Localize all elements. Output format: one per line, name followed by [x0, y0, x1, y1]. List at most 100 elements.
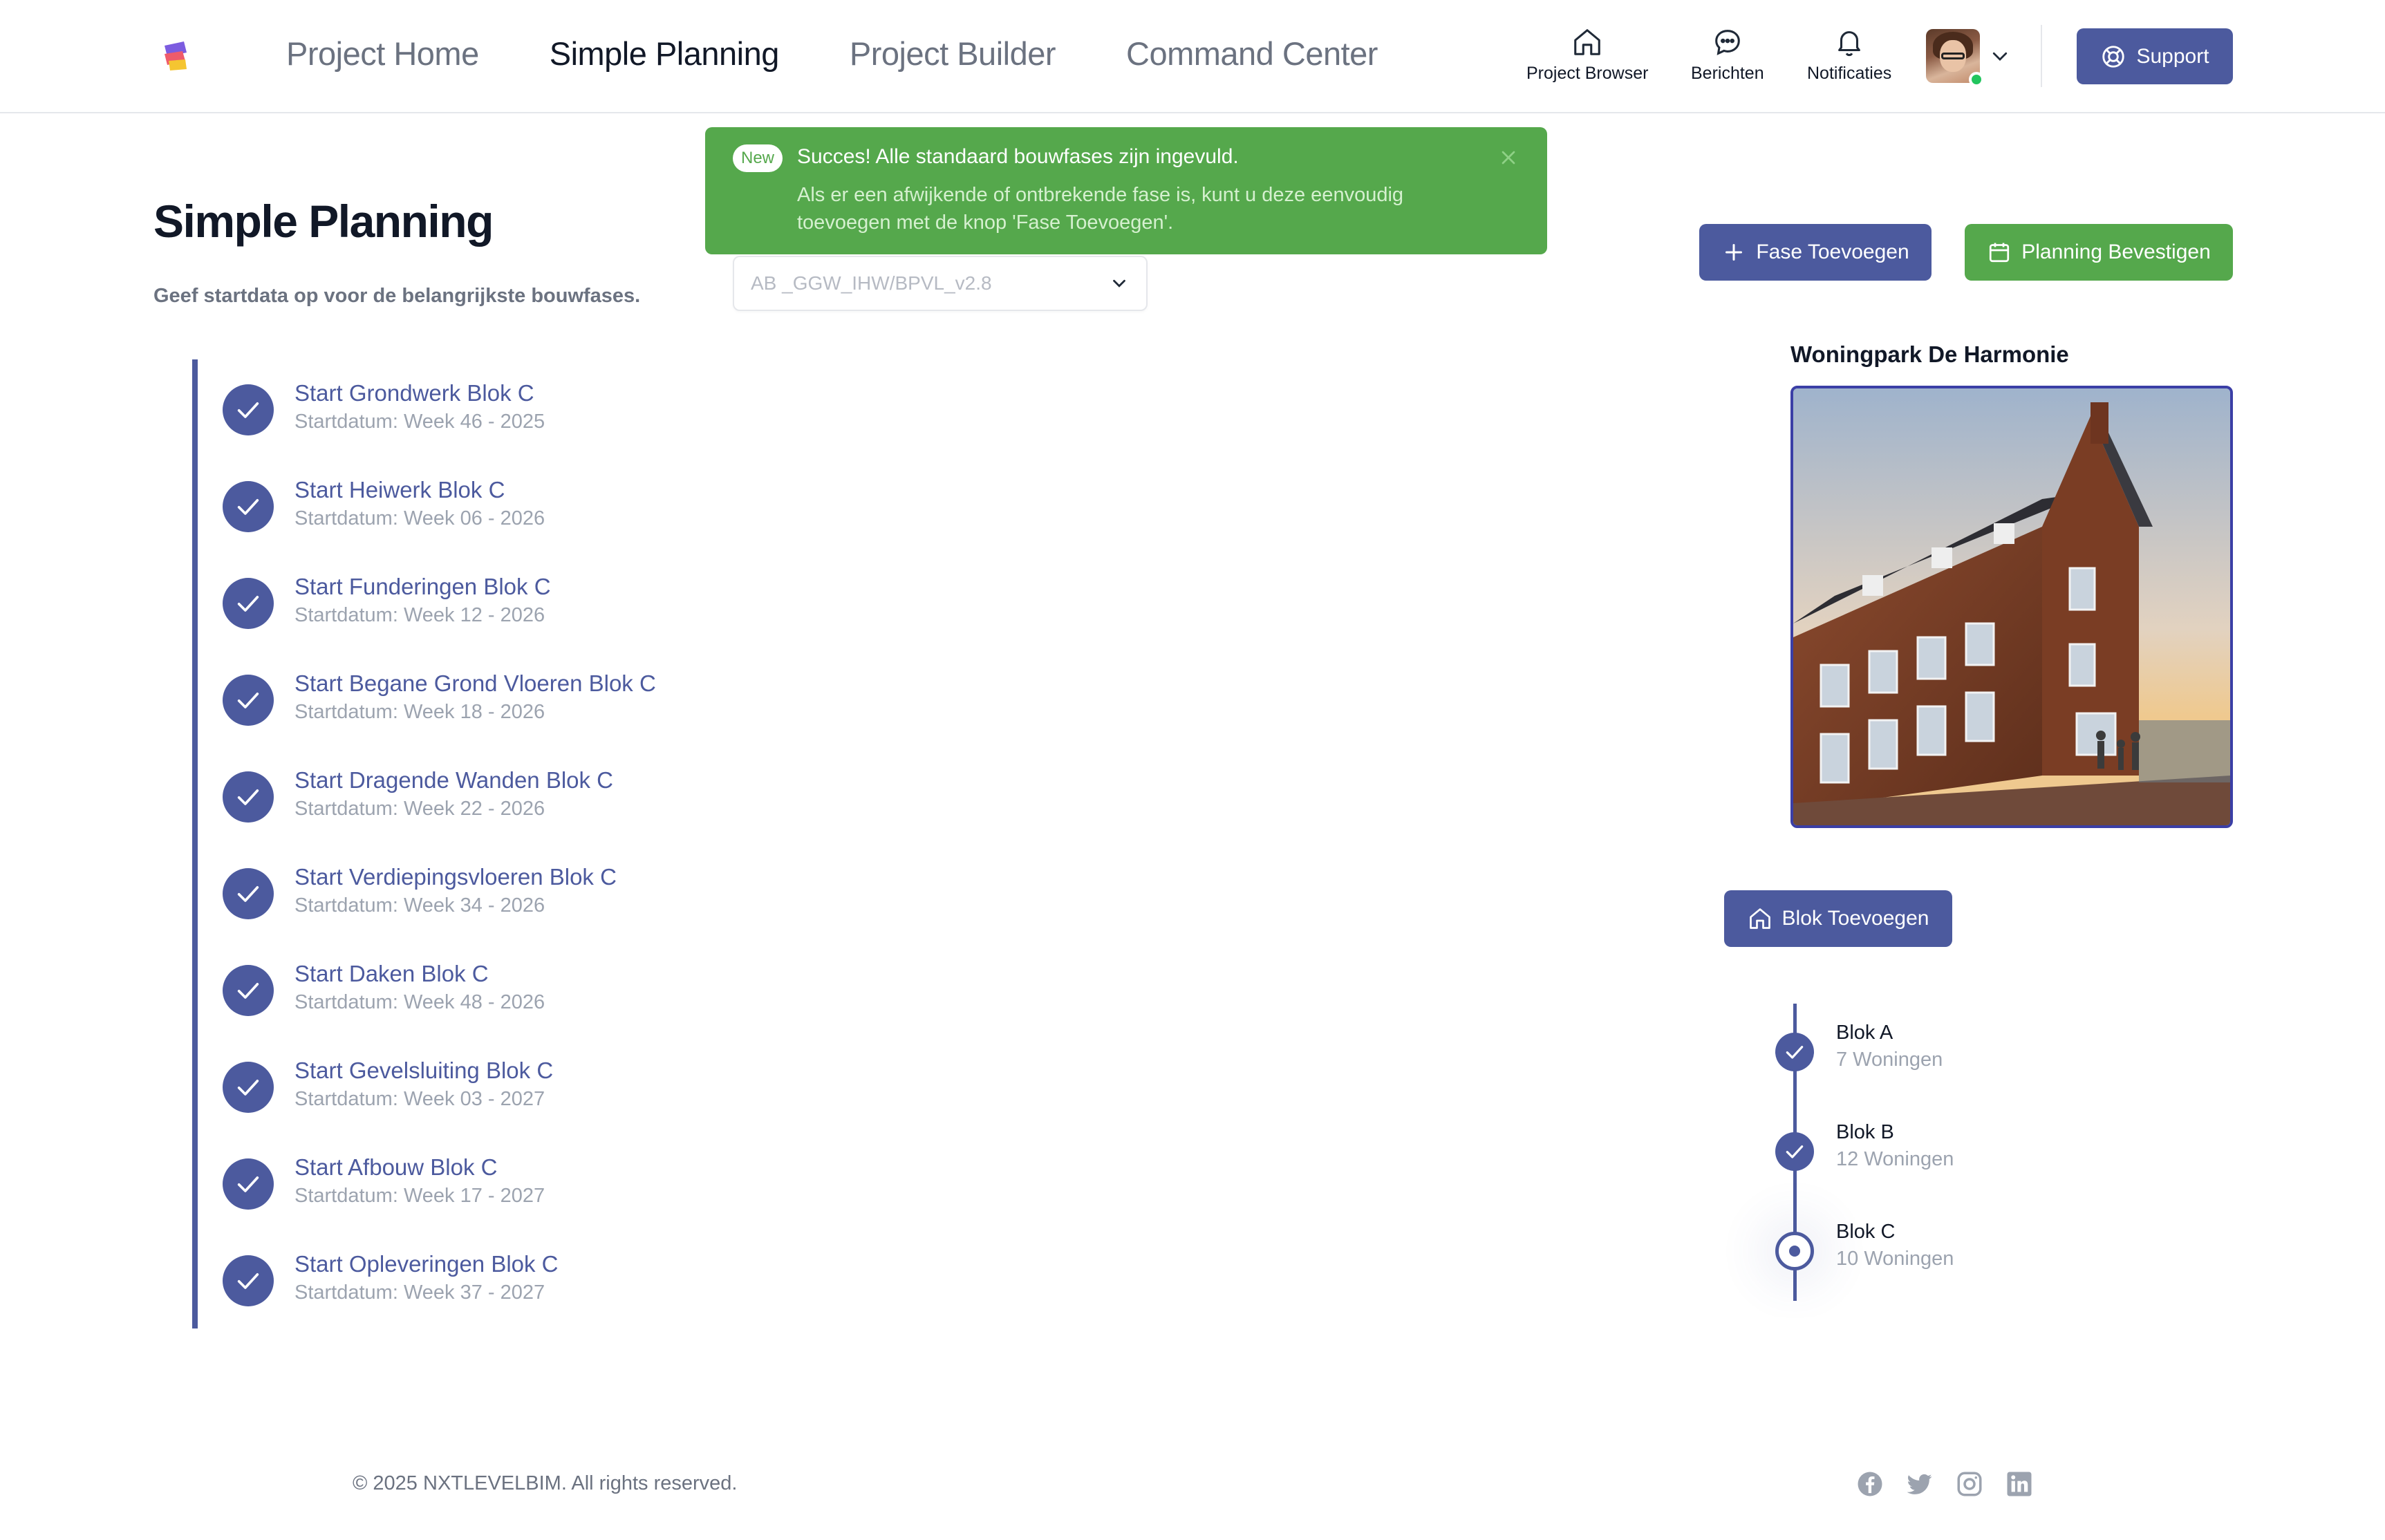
calendar-icon — [1990, 243, 2010, 263]
project-image[interactable] — [1790, 386, 2233, 828]
phase-item[interactable]: Start Daken Blok C Startdatum: Week 48 - … — [223, 961, 545, 1016]
template-select[interactable]: AB _GGW_IHW/BPVL_v2.8 — [733, 256, 1148, 311]
main-nav: Project Home Simple Planning Project Bui… — [286, 35, 1378, 73]
phase-date: Startdatum: Week 06 - 2026 — [294, 507, 545, 529]
phase-date: Startdatum: Week 22 - 2026 — [294, 798, 545, 820]
block-name: Blok C — [1836, 1221, 1896, 1243]
nav-project-home[interactable]: Project Home — [286, 35, 479, 73]
phase-title: Start Afbouw Blok C — [294, 1154, 498, 1180]
chat-bubble-icon — [1714, 30, 1740, 55]
berichten-button[interactable]: Berichten — [1691, 26, 1764, 84]
block-count: 7 Woningen — [1836, 1049, 1943, 1071]
phase-item[interactable]: Start Begane Grond Vloeren Blok C Startda… — [223, 670, 656, 726]
check-icon — [223, 1158, 274, 1210]
twitter-icon[interactable] — [1905, 1469, 1934, 1499]
block-count: 10 Woningen — [1836, 1248, 1954, 1270]
phase-title: Start Verdiepingsvloeren Blok C — [294, 864, 617, 890]
block-count: 12 Woningen — [1836, 1148, 1954, 1170]
plus-icon — [1725, 244, 1743, 261]
phase-date: Startdatum: Week 12 - 2026 — [294, 604, 545, 626]
notificaties-label: Notificaties — [1807, 64, 1892, 83]
berichten-label: Berichten — [1691, 64, 1764, 83]
page-title: Simple Planning — [153, 196, 494, 247]
phase-item[interactable]: Start Opleveringen Blok C Startdatum: Wee… — [223, 1251, 559, 1306]
add-block-label: Blok Toevoegen — [1781, 907, 1929, 930]
facebook-icon[interactable] — [1855, 1469, 1884, 1499]
check-icon — [223, 578, 274, 629]
phase-title: Start Opleveringen Blok C — [294, 1251, 559, 1277]
toast-title: Succes! Alle standaard bouwfases zijn in… — [797, 145, 1239, 168]
phase-item[interactable]: Start Grondwerk Blok C Startdatum: Week 4… — [223, 380, 545, 435]
online-status-dot — [1969, 72, 1984, 87]
bell-icon — [1838, 31, 1861, 57]
notificaties-button[interactable]: Notificaties — [1807, 26, 1891, 84]
close-icon[interactable] — [1497, 147, 1519, 169]
phase-title: Start Daken Blok C — [294, 961, 489, 986]
block-name: Blok B — [1836, 1121, 1894, 1143]
add-block-button[interactable]: Blok Toevoegen — [1724, 890, 1952, 947]
confirm-planning-button[interactable]: Planning Bevestigen — [1965, 224, 2233, 281]
phase-title: Start Heiwerk Blok C — [294, 477, 505, 503]
lifebuoy-icon — [2102, 45, 2125, 68]
phase-title: Start Grondwerk Blok C — [294, 380, 534, 406]
check-icon — [1775, 1132, 1814, 1171]
check-icon — [223, 481, 274, 532]
template-select-value: AB _GGW_IHW/BPVL_v2.8 — [751, 272, 992, 294]
user-menu[interactable] — [1926, 29, 2010, 87]
check-icon — [1775, 1033, 1814, 1071]
chevron-down-icon — [1992, 52, 2008, 61]
nav-command-center[interactable]: Command Center — [1126, 35, 1378, 73]
instagram-icon[interactable] — [1955, 1469, 1984, 1499]
chevron-down-icon — [1113, 279, 1125, 288]
check-icon — [223, 675, 274, 726]
phase-item[interactable]: Start Funderingen Blok C Startdatum: Week… — [223, 574, 551, 629]
phase-item[interactable]: Start Afbouw Blok C Startdatum: Week 17 -… — [223, 1154, 545, 1210]
nav-project-builder[interactable]: Project Builder — [850, 35, 1056, 73]
footer-copyright: © 2025 NXTLEVELBIM. All rights reserved. — [353, 1472, 738, 1494]
toast-message: Als er een afwijkende of ontbrekende fas… — [797, 184, 1404, 234]
phase-date: Startdatum: Week 48 - 2026 — [294, 991, 545, 1013]
header-divider — [2041, 25, 2042, 87]
phase-date: Startdatum: Week 17 - 2027 — [294, 1185, 545, 1207]
nav-simple-planning[interactable]: Simple Planning — [550, 35, 780, 73]
check-icon — [223, 868, 274, 919]
success-toast: New Succes! Alle standaard bouwfases zij… — [705, 127, 1547, 254]
phase-date: Startdatum: Week 34 - 2026 — [294, 894, 545, 917]
project-browser-button[interactable]: Project Browser — [1526, 26, 1648, 84]
home-icon — [1749, 908, 1770, 929]
current-step-icon — [1775, 1232, 1814, 1270]
support-label: Support — [2136, 44, 2209, 68]
avatar — [1926, 29, 1984, 87]
check-icon — [223, 771, 274, 823]
phase-date: Startdatum: Week 46 - 2025 — [294, 411, 545, 433]
phase-item[interactable]: Start Gevelsluiting Blok C Startdatum: We… — [223, 1058, 553, 1113]
block-name: Blok A — [1836, 1022, 1893, 1044]
phase-item[interactable]: Start Heiwerk Blok C Startdatum: Week 06 … — [223, 477, 545, 532]
support-button[interactable]: Support — [2077, 28, 2233, 84]
phase-date: Startdatum: Week 03 - 2027 — [294, 1088, 545, 1110]
top-header: Project Home Simple Planning Project Bui… — [0, 0, 2385, 113]
social-links — [1855, 1469, 2034, 1499]
home-icon — [1574, 29, 1601, 55]
app-logo[interactable] — [162, 40, 189, 72]
check-icon — [223, 1062, 274, 1113]
add-phase-button[interactable]: Fase Toevoegen — [1699, 224, 1932, 281]
block-item-b[interactable]: Blok B 12 Woningen — [1775, 1121, 1954, 1171]
phase-title: Start Begane Grond Vloeren Blok C — [294, 670, 656, 696]
check-icon — [223, 1255, 274, 1306]
block-item-a[interactable]: Blok A 7 Woningen — [1775, 1022, 1943, 1071]
project-browser-label: Project Browser — [1526, 64, 1649, 83]
confirm-planning-label: Planning Bevestigen — [2021, 241, 2211, 263]
check-icon — [223, 384, 274, 435]
phase-item[interactable]: Start Dragende Wanden Blok C Startdatum: … — [223, 767, 613, 823]
phase-title: Start Dragende Wanden Blok C — [294, 767, 614, 793]
linkedin-icon[interactable] — [2005, 1469, 2034, 1499]
project-name: Woningpark De Harmonie — [1790, 341, 2069, 367]
building-render-illustration — [1793, 388, 2230, 825]
phase-item[interactable]: Start Verdiepingsvloeren Blok C Startdatu… — [223, 864, 617, 919]
page-subtitle: Geef startdata op voor de belangrijkste … — [153, 285, 641, 307]
phase-timeline: Start Grondwerk Blok C Startdatum: Week 4… — [192, 359, 883, 1328]
check-icon — [223, 965, 274, 1016]
phase-title: Start Gevelsluiting Blok C — [294, 1058, 554, 1083]
block-item-c[interactable]: Blok C 10 Woningen — [1775, 1221, 1954, 1270]
